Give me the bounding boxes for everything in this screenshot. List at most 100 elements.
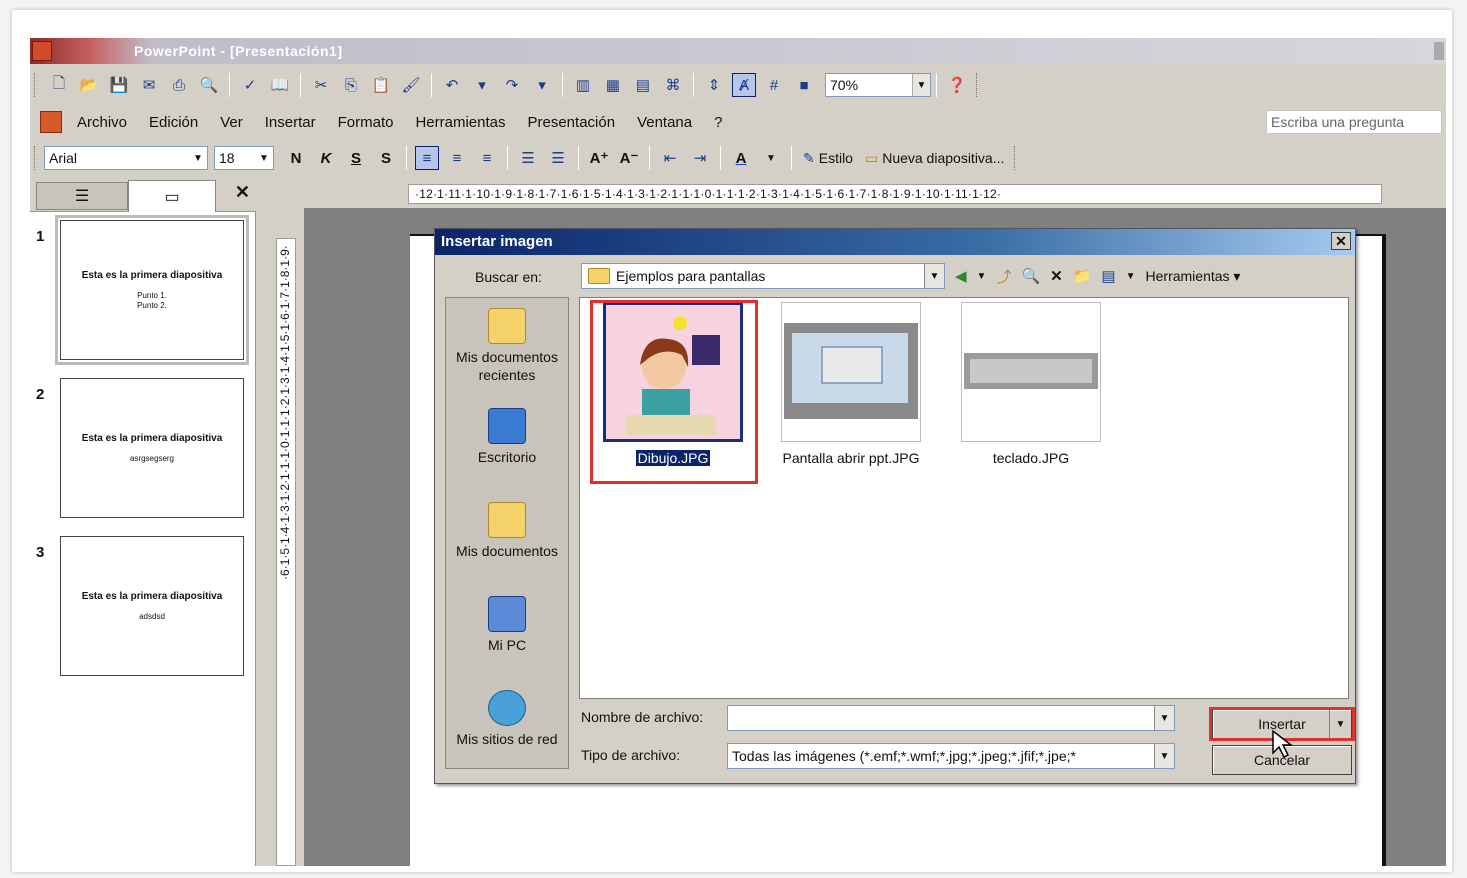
- undo-icon[interactable]: ↶: [440, 73, 464, 97]
- look-in-select[interactable]: Ejemplos para pantallas ▼: [581, 263, 945, 289]
- toolbar-grip[interactable]: [34, 146, 38, 170]
- bold-button[interactable]: N: [284, 146, 308, 170]
- place-my-computer[interactable]: Mi PC: [446, 596, 568, 654]
- spelling-icon[interactable]: ✓: [238, 73, 262, 97]
- italic-button[interactable]: K: [314, 146, 338, 170]
- search-web-icon[interactable]: 🔍: [1021, 267, 1040, 285]
- zoom-combo[interactable]: 70% ▼: [825, 73, 931, 97]
- new-icon[interactable]: 🗋: [47, 73, 71, 97]
- recent-documents-icon: [488, 308, 526, 344]
- insert-table-icon[interactable]: ▦: [601, 73, 625, 97]
- insert-hyperlink-icon[interactable]: ⌘: [661, 73, 685, 97]
- menu-insertar[interactable]: Insertar: [265, 114, 316, 131]
- filetype-select[interactable]: Todas las imágenes (*.emf;*.wmf;*.jpg;*.…: [727, 743, 1175, 769]
- shadow-button[interactable]: S: [374, 146, 398, 170]
- menu-ventana[interactable]: Ventana: [637, 114, 692, 131]
- bullets-icon[interactable]: ☰: [546, 146, 570, 170]
- chevron-down-icon[interactable]: ▼: [1154, 744, 1174, 768]
- close-icon[interactable]: ✕: [1331, 232, 1351, 250]
- increase-font-icon[interactable]: A⁺: [587, 146, 611, 170]
- filename-input[interactable]: ▼: [727, 705, 1175, 731]
- chevron-down-icon[interactable]: ▼: [912, 74, 930, 96]
- new-folder-icon[interactable]: 📁: [1073, 267, 1092, 285]
- folder-icon: [588, 268, 610, 284]
- show-formatting-icon[interactable]: Ⱥ: [732, 73, 756, 97]
- align-center-icon[interactable]: ≡: [445, 146, 469, 170]
- help-icon[interactable]: ❓: [945, 73, 969, 97]
- font-color-dropdown-icon[interactable]: ▼: [759, 146, 783, 170]
- expand-all-icon[interactable]: ⇕: [702, 73, 726, 97]
- slide-thumbnail-1[interactable]: Esta es la primera diapositiva Punto 1. …: [55, 215, 249, 365]
- place-desktop[interactable]: Escritorio: [446, 408, 568, 466]
- menu-presentacion[interactable]: Presentación: [528, 114, 616, 131]
- file-thumbnail: [781, 302, 921, 442]
- cut-icon[interactable]: ✂: [309, 73, 333, 97]
- show-grid-icon[interactable]: #: [762, 73, 786, 97]
- menu-herramientas[interactable]: Herramientas: [415, 114, 505, 131]
- back-dropdown-icon[interactable]: ▼: [977, 271, 987, 282]
- ask-question-input[interactable]: Escriba una pregunta: [1266, 110, 1442, 134]
- new-slide-button[interactable]: ▭ Nueva diapositiva...: [865, 150, 1004, 167]
- toolbar-grip[interactable]: [34, 73, 38, 97]
- insert-chart-icon[interactable]: ▥: [571, 73, 595, 97]
- toolbar-separator: [791, 146, 792, 170]
- research-icon[interactable]: 📖: [268, 73, 292, 97]
- open-icon[interactable]: 📂: [77, 73, 101, 97]
- redo-icon[interactable]: ↷: [500, 73, 524, 97]
- font-size-combo[interactable]: 18 ▼: [214, 146, 274, 170]
- toolbar-separator: [431, 73, 432, 97]
- menu-help[interactable]: ?: [714, 114, 722, 131]
- underline-button[interactable]: S: [344, 146, 368, 170]
- copy-icon[interactable]: ⎘: [339, 73, 363, 97]
- place-recent[interactable]: Mis documentos recientes: [446, 308, 568, 384]
- decrease-indent-icon[interactable]: ⇤: [658, 146, 682, 170]
- redo-dropdown-icon[interactable]: ▾: [530, 73, 554, 97]
- toolbar-options-icon[interactable]: [1014, 146, 1018, 170]
- increase-indent-icon[interactable]: ⇥: [688, 146, 712, 170]
- align-left-icon[interactable]: ≡: [415, 146, 439, 170]
- place-network[interactable]: Mis sitios de red: [446, 690, 568, 748]
- menu-edicion[interactable]: Edición: [149, 114, 198, 131]
- tables-borders-icon[interactable]: ▤: [631, 73, 655, 97]
- numbering-icon[interactable]: ☰: [516, 146, 540, 170]
- chevron-down-icon[interactable]: ▼: [255, 147, 273, 169]
- chevron-down-icon[interactable]: ▼: [1154, 706, 1174, 730]
- tab-slides[interactable]: ▭: [128, 180, 216, 212]
- paste-icon[interactable]: 📋: [369, 73, 393, 97]
- slide-thumbnail-2[interactable]: Esta es la primera diapositiva asrgsegse…: [60, 378, 244, 518]
- look-in-value: Ejemplos para pantallas: [616, 268, 766, 284]
- save-icon[interactable]: 💾: [107, 73, 131, 97]
- decrease-font-icon[interactable]: A⁻: [617, 146, 641, 170]
- print-preview-icon[interactable]: 🔍: [197, 73, 221, 97]
- print-icon[interactable]: ⎙: [167, 73, 191, 97]
- delete-icon[interactable]: ✕: [1050, 267, 1063, 285]
- place-label: Escritorio: [477, 449, 537, 465]
- chevron-down-icon[interactable]: ▼: [189, 147, 207, 169]
- close-icon[interactable]: ✕: [235, 182, 250, 203]
- document-icon[interactable]: [40, 111, 62, 133]
- chevron-down-icon[interactable]: ▼: [924, 264, 944, 288]
- slide-thumbnail-3[interactable]: Esta es la primera diapositiva adsdsd: [60, 536, 244, 676]
- up-folder-icon[interactable]: ⤴: [996, 266, 1011, 287]
- file-item-pantalla[interactable]: Pantalla abrir ppt.JPG: [776, 302, 926, 466]
- menu-ver[interactable]: Ver: [220, 114, 243, 131]
- permission-icon[interactable]: ✉: [137, 73, 161, 97]
- align-right-icon[interactable]: ≡: [475, 146, 499, 170]
- back-icon[interactable]: ◀: [955, 267, 967, 285]
- menu-archivo[interactable]: Archivo: [77, 114, 127, 131]
- views-icon[interactable]: ▤: [1101, 267, 1115, 285]
- file-item-teclado[interactable]: teclado.JPG: [956, 302, 1106, 466]
- place-my-documents[interactable]: Mis documentos: [446, 502, 568, 560]
- undo-dropdown-icon[interactable]: ▾: [470, 73, 494, 97]
- format-painter-icon[interactable]: 🖌: [399, 73, 423, 97]
- font-combo[interactable]: Arial ▼: [44, 146, 208, 170]
- tools-menu[interactable]: Herramientas ▾: [1146, 268, 1241, 285]
- tab-outline[interactable]: ☰: [36, 182, 128, 210]
- font-color-icon[interactable]: A: [729, 146, 753, 170]
- menu-formato[interactable]: Formato: [338, 114, 394, 131]
- design-button[interactable]: ✎ Estilo: [803, 150, 853, 167]
- toolbar-options-icon[interactable]: [976, 73, 980, 97]
- views-dropdown-icon[interactable]: ▼: [1126, 271, 1136, 282]
- window-controls[interactable]: [1434, 42, 1444, 60]
- color-grayscale-icon[interactable]: ■: [792, 73, 816, 97]
